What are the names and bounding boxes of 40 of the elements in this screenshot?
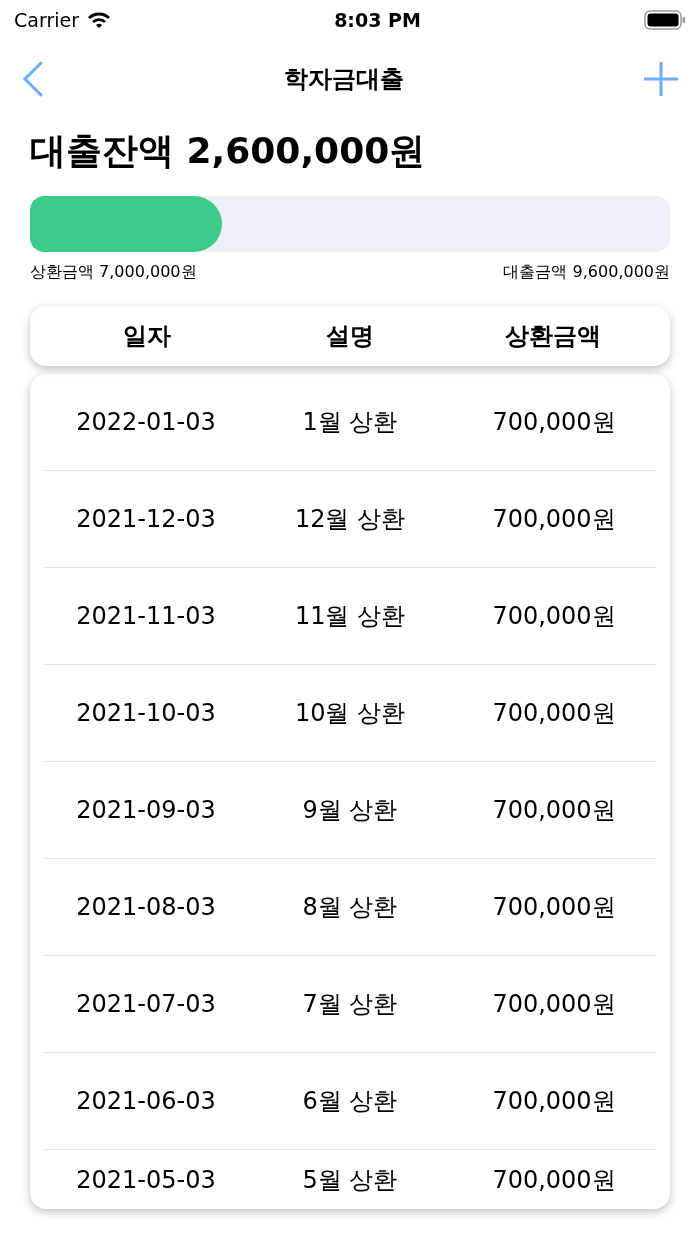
repaid-amount-label: 상환금액 7,000,000원 [30,261,197,283]
table-cell-text: 6월 상환 [301,1086,399,1117]
carrier-name: Carrier [14,7,79,33]
table-cell-text: 1월 상환 [301,407,399,438]
table-cell-text: 2021-12-03 [75,504,217,535]
table-cell-text: 10월 상환 [293,698,407,729]
table-cell-text: 2021-06-03 [75,1086,217,1117]
battery-icon [644,10,686,30]
table-cell-text: 9월 상환 [301,795,399,826]
table-cell-text: 700,000원 [491,407,617,438]
column-header: 상환금액 [503,321,602,352]
back-icon[interactable] [22,61,44,97]
table-cell-text: 2021-07-03 [75,989,217,1020]
table-cell-text: 7월 상환 [301,989,399,1020]
table-cell-text: 700,000원 [491,1164,617,1196]
table-cell-text: 700,000원 [491,698,617,729]
table-cell-text: 5월 상환 [301,1164,399,1196]
status-time: 8:03 PM [334,7,421,33]
table-cell-text: 700,000원 [491,892,617,923]
column-header: 설명 [325,321,375,352]
table-cell-text: 700,000원 [491,1086,617,1117]
table-cell-text: 700,000원 [491,504,617,535]
table-cell-text: 700,000원 [491,989,617,1020]
balance-text: 대출잔액 2,600,000원 [29,129,427,173]
table-cell-text: 8월 상환 [301,892,399,923]
table-cell-text: 2021-05-03 [75,1164,217,1196]
nav-title: 학자금대출 [284,64,404,95]
column-header: 일자 [122,321,173,352]
add-icon[interactable] [644,62,678,96]
table-cell-text: 11월 상환 [293,601,407,632]
table-cell-text: 12월 상환 [293,504,407,535]
table-cell-text: 2022-01-03 [75,407,217,438]
table-cell-text: 700,000원 [491,795,617,826]
table-cell-text: 700,000원 [491,601,617,632]
table-cell-text: 2021-11-03 [75,601,217,632]
table-cell-text: 2021-10-03 [75,698,217,729]
table-cell-text: 2021-09-03 [75,795,217,826]
table-cell-text: 2021-08-03 [75,892,217,923]
loan-amount-label: 대출금액 9,600,000원 [503,261,670,283]
wifi-icon [87,11,111,29]
